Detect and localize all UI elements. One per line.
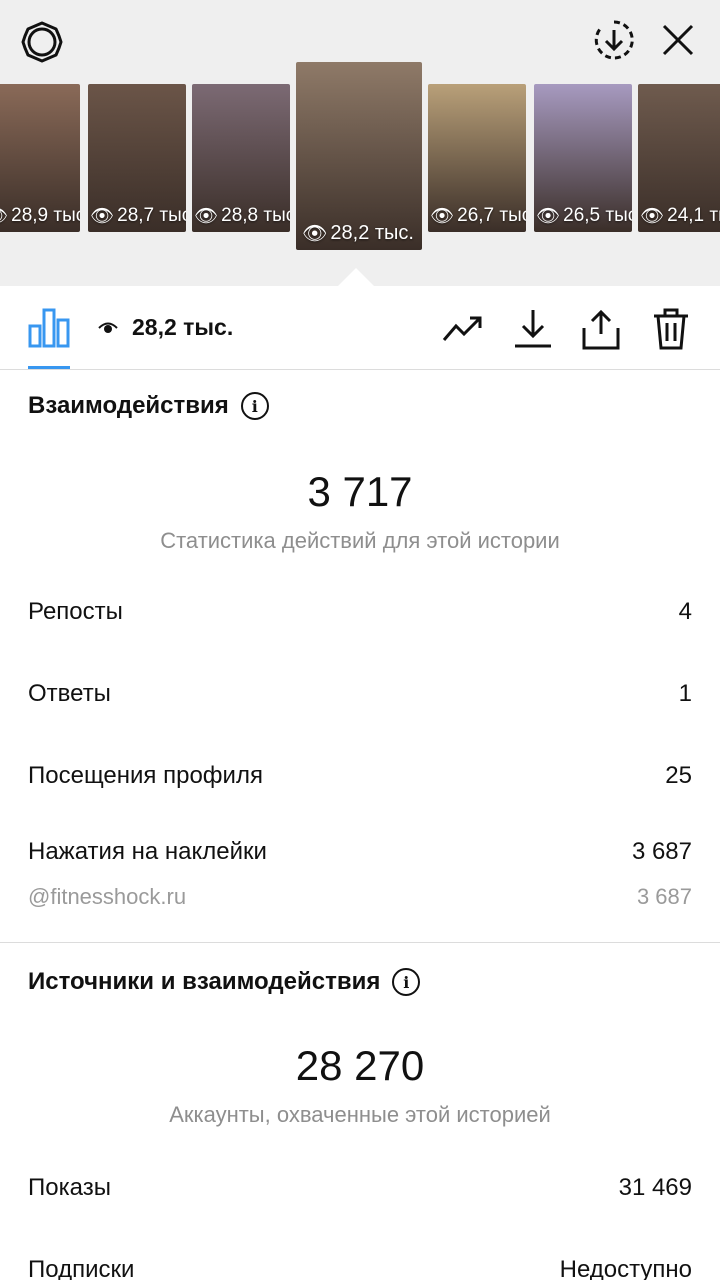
stat-row-sticker-account: @fitnesshock.ru 3 687 bbox=[28, 884, 692, 909]
story-views: 👁 28,2 тыс. bbox=[302, 222, 414, 245]
story-thumbnail[interactable]: 👁 26,5 тыс bbox=[534, 84, 632, 232]
discovery-title: Источники и взаимодействия i bbox=[28, 968, 421, 996]
story-thumbnail[interactable]: 👁 26,7 тыс bbox=[428, 84, 526, 232]
stat-row-impressions: Показы 31 469 bbox=[28, 1174, 692, 1201]
story-thumbnail[interactable]: 👁24,1 тыс bbox=[638, 84, 720, 232]
section-divider bbox=[0, 942, 720, 943]
story-views: 👁28,9 тыс bbox=[0, 204, 80, 228]
eye-icon: 👁 bbox=[536, 206, 561, 227]
interactions-total: 3 717 bbox=[307, 468, 413, 515]
stat-row-profile-visits: Посещения профиля 25 bbox=[28, 762, 692, 789]
active-story-pointer bbox=[338, 268, 374, 286]
story-thumbnail[interactable]: 👁 28,8 тыс bbox=[192, 84, 290, 232]
bar-chart-icon[interactable] bbox=[28, 306, 70, 348]
trash-icon[interactable] bbox=[650, 308, 692, 350]
story-thumbnail[interactable]: 👁 28,7 тыс bbox=[88, 84, 186, 232]
stat-row-reposts: Репосты 4 bbox=[28, 598, 692, 625]
interactions-title: Взаимодействия i bbox=[28, 392, 269, 420]
eye-icon: 👁 bbox=[640, 206, 665, 227]
discovery-total: 28 270 bbox=[295, 1042, 425, 1089]
story-strip: 👁28,9 тыс 👁28,7 тыс 👁28,8 тыс 👁28,2 тыс.… bbox=[0, 62, 720, 252]
story-views: 👁 26,7 тыс bbox=[430, 205, 526, 227]
insights-toolbar: 28,2 тыс. bbox=[0, 286, 720, 370]
eye-icon: 👁 bbox=[0, 204, 8, 228]
story-views: 👁 28,7 тыс bbox=[90, 205, 186, 227]
eye-icon: 👁 bbox=[302, 223, 328, 245]
stat-row-follows: Подписки Недоступно bbox=[28, 1256, 692, 1280]
eye-icon: 👁 bbox=[430, 206, 455, 227]
info-icon[interactable]: i bbox=[392, 968, 421, 996]
close-icon[interactable] bbox=[654, 16, 702, 64]
eye-icon: 👁 bbox=[194, 206, 219, 227]
active-tab-indicator bbox=[28, 366, 70, 369]
eye-icon: 👁 bbox=[90, 206, 115, 227]
share-icon[interactable] bbox=[580, 308, 622, 350]
info-icon[interactable]: i bbox=[240, 392, 269, 420]
trending-icon[interactable] bbox=[442, 308, 484, 350]
story-views: 👁 26,5 тыс bbox=[536, 205, 632, 227]
download-circle-icon[interactable] bbox=[590, 16, 638, 64]
views-count: 28,2 тыс. bbox=[98, 314, 233, 341]
story-views: 👁 28,8 тыс bbox=[194, 205, 290, 227]
discovery-caption: Аккаунты, охваченные этой историей bbox=[169, 1102, 551, 1127]
download-icon[interactable] bbox=[512, 308, 554, 350]
story-thumbnail[interactable]: 👁28,9 тыс bbox=[0, 84, 80, 232]
settings-icon[interactable] bbox=[18, 18, 66, 66]
stat-row-replies: Ответы 1 bbox=[28, 680, 692, 707]
interactions-caption: Статистика действий для этой истории bbox=[160, 528, 560, 553]
story-views: 👁24,1 тыс bbox=[640, 205, 720, 227]
story-thumbnail-active[interactable]: 👁 28,2 тыс. bbox=[296, 62, 422, 250]
stories-header: 👁28,9 тыс 👁28,7 тыс 👁28,8 тыс 👁28,2 тыс.… bbox=[0, 0, 720, 286]
stat-row-sticker-taps: Нажатия на наклейки 3 687 bbox=[28, 838, 692, 865]
eye-icon bbox=[98, 314, 118, 341]
